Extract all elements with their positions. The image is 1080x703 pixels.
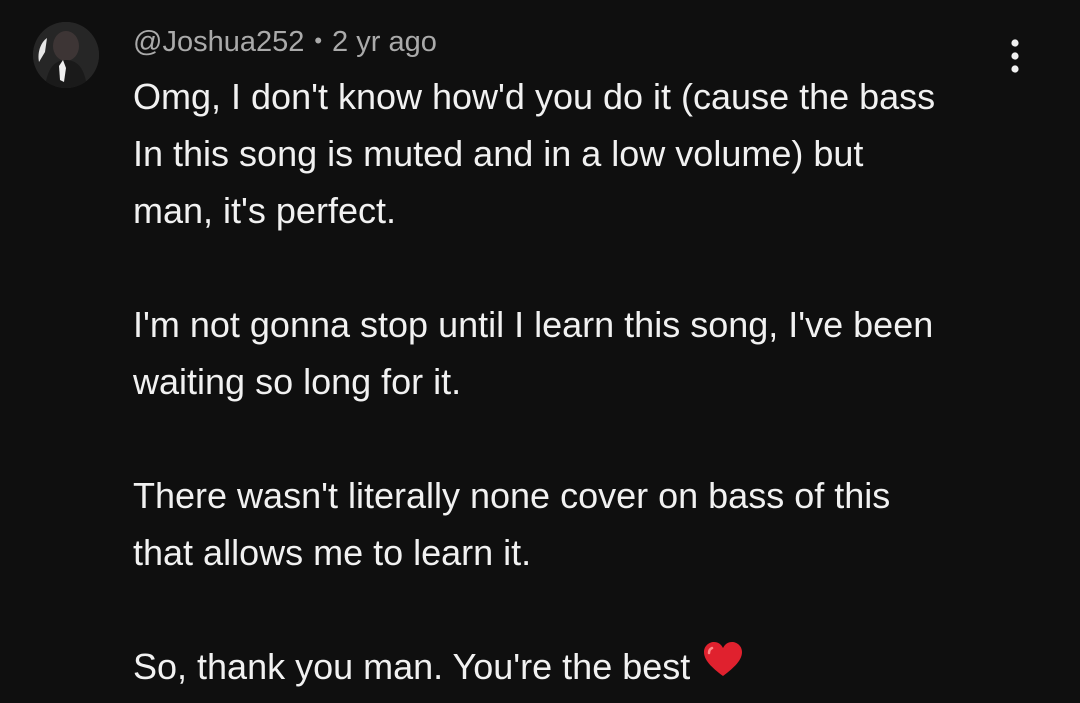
- comment-line: man, it's perfect.: [133, 190, 396, 231]
- comment-last-line: So, thank you man. You're the best: [133, 638, 1033, 698]
- author-handle[interactable]: @Joshua252: [133, 26, 304, 59]
- separator-dot: •: [314, 28, 323, 53]
- comment-line: waiting so long for it.: [133, 361, 462, 402]
- comment-line: In this song is muted and in a low volum…: [133, 133, 864, 174]
- comment-line: Omg, I don't know how'd you do it (cause…: [133, 76, 936, 117]
- comment-line: that allows me to learn it.: [133, 532, 532, 573]
- comment-line: So, thank you man. You're the best: [133, 646, 691, 687]
- comment-line: I'm not gonna stop until I learn this so…: [133, 304, 934, 345]
- comment-body: Omg, I don't know how'd you do it (cause…: [133, 68, 1033, 698]
- comment-header: @Joshua252 • 2 yr ago: [133, 22, 437, 62]
- comment-thread: @Joshua252 • 2 yr ago Omg, I don't know …: [0, 0, 1080, 703]
- avatar-image: [33, 22, 99, 88]
- avatar[interactable]: [33, 22, 99, 88]
- red-heart-icon: [702, 637, 744, 694]
- comment-line: There wasn't literally none cover on bas…: [133, 475, 891, 516]
- timestamp: 2 yr ago: [332, 25, 437, 58]
